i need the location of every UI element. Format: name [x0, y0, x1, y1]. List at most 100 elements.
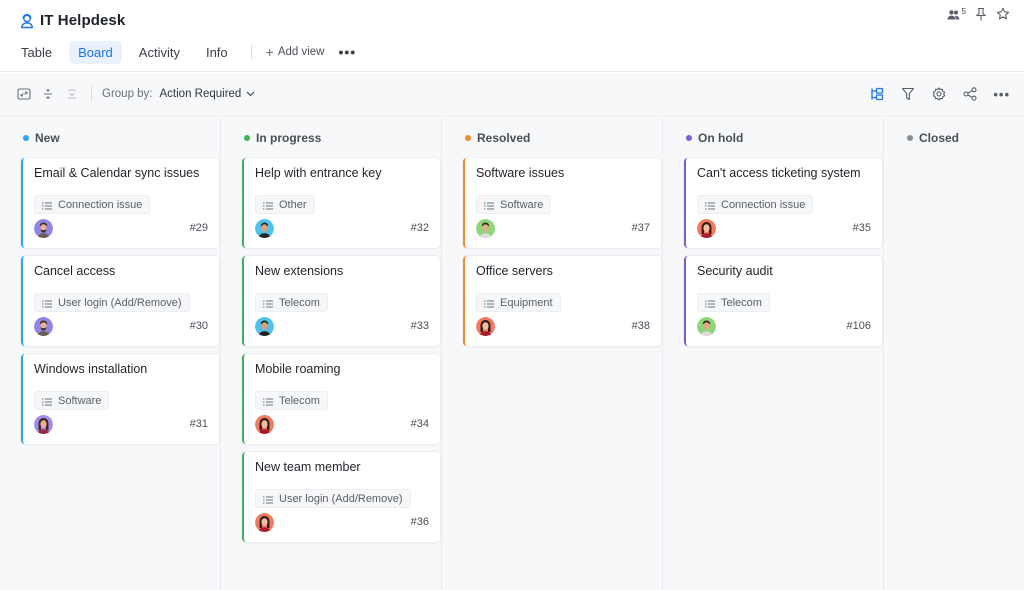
- column-header: In progress: [242, 118, 431, 158]
- ticket-card[interactable]: New extensions Telecom #33: [242, 256, 440, 346]
- column-title: Resolved: [477, 131, 531, 145]
- column-header: New: [21, 118, 210, 158]
- column-cards: Can't access ticketing system Connection…: [684, 158, 882, 346]
- category-label: Equipment: [500, 296, 553, 309]
- collapse-all-icon[interactable]: [65, 87, 79, 101]
- avatar-man-blue[interactable]: [255, 219, 274, 238]
- status-dot-icon: [23, 135, 29, 141]
- card-title: Software issues: [476, 166, 565, 180]
- category-label: Telecom: [721, 296, 762, 309]
- view-tabs: Table Board Activity Info + Add view •••: [12, 40, 364, 64]
- ticket-card[interactable]: Can't access ticketing system Connection…: [684, 158, 882, 248]
- avatar-man-beard[interactable]: [34, 317, 53, 336]
- category-label: Software: [58, 394, 102, 407]
- category-label: User login (Add/Remove): [279, 492, 403, 505]
- members-button[interactable]: 5: [947, 7, 966, 21]
- ticket-number: #35: [852, 222, 871, 234]
- filter-icon[interactable]: [900, 86, 916, 102]
- tab-info[interactable]: Info: [197, 41, 237, 64]
- column-title: In progress: [256, 131, 322, 145]
- kanban-board: New Email & Calendar sync issues Connect…: [0, 118, 1024, 590]
- add-view-button[interactable]: + Add view: [260, 41, 331, 63]
- ticket-number: #36: [410, 516, 429, 528]
- avatar-woman-red[interactable]: [255, 415, 274, 434]
- ticket-card[interactable]: Email & Calendar sync issues Connection …: [21, 158, 219, 248]
- list-icon: [263, 299, 273, 308]
- category-label: Connection issue: [721, 198, 806, 211]
- column-header: Closed: [905, 118, 1014, 158]
- category-label: Other: [279, 198, 307, 211]
- plus-icon: +: [265, 44, 274, 60]
- card-title: New team member: [255, 460, 361, 474]
- add-view-label: Add view: [277, 46, 325, 58]
- column-cards: Help with entrance key Other #32 New ext…: [242, 158, 440, 542]
- avatar-woman-red[interactable]: [476, 317, 495, 336]
- collapse-rows-icon[interactable]: [41, 87, 55, 101]
- toolbar-right: •••: [869, 86, 1010, 102]
- category-tag: User login (Add/Remove): [34, 293, 190, 312]
- star-icon[interactable]: [996, 7, 1010, 21]
- tab-board[interactable]: Board: [69, 40, 122, 64]
- ticket-card[interactable]: Office servers Equipment #38: [463, 256, 661, 346]
- ticket-card[interactable]: New team member User login (Add/Remove) …: [242, 452, 440, 542]
- status-dot-icon: [686, 135, 692, 141]
- expand-icon[interactable]: [17, 87, 31, 101]
- column-cards: Email & Calendar sync issues Connection …: [21, 158, 219, 444]
- avatar-woman-red[interactable]: [255, 513, 274, 532]
- board-column-in-progress: In progress Help with entrance key Other…: [221, 118, 442, 590]
- toolbar-divider: [91, 86, 92, 102]
- avatar-man-beard[interactable]: [34, 219, 53, 238]
- ticket-card[interactable]: Security audit Telecom #106: [684, 256, 882, 346]
- list-icon: [263, 495, 273, 504]
- list-icon: [705, 201, 715, 210]
- ticket-card[interactable]: Help with entrance key Other #32: [242, 158, 440, 248]
- list-icon: [705, 299, 715, 308]
- category-tag: Connection issue: [34, 195, 151, 214]
- ticket-card[interactable]: Software issues Software #37: [463, 158, 661, 248]
- tab-table[interactable]: Table: [12, 41, 61, 64]
- ticket-card[interactable]: Cancel access User login (Add/Remove) #3…: [21, 256, 219, 346]
- board-column-on-hold: On hold Can't access ticketing system Co…: [663, 118, 884, 590]
- group-by-label: Group by:: [102, 88, 153, 100]
- group-by-dropdown[interactable]: Action Required: [160, 88, 256, 100]
- category-tag: Software: [476, 195, 552, 214]
- card-title: Security audit: [697, 264, 773, 278]
- page-header: IT Helpdesk Table Board Activity Info + …: [0, 0, 1024, 72]
- pin-icon[interactable]: [974, 7, 988, 21]
- ticket-card[interactable]: Mobile roaming Telecom #34: [242, 354, 440, 444]
- share-icon[interactable]: [962, 86, 978, 102]
- category-label: Connection issue: [58, 198, 143, 211]
- ticket-number: #38: [631, 320, 650, 332]
- tab-activity[interactable]: Activity: [130, 41, 189, 64]
- avatar-man-green[interactable]: [697, 317, 716, 336]
- avatar-man-blue[interactable]: [255, 317, 274, 336]
- avatar-woman-red[interactable]: [697, 219, 716, 238]
- category-tag: Telecom: [255, 391, 328, 410]
- avatar-woman-purple[interactable]: [34, 415, 53, 434]
- ticket-number: #37: [631, 222, 650, 234]
- category-label: Telecom: [279, 394, 320, 407]
- list-icon: [484, 299, 494, 308]
- page-title: IT Helpdesk: [40, 12, 126, 29]
- ticket-number: #29: [189, 222, 208, 234]
- board-column-closed: Closed: [884, 118, 1024, 590]
- category-tag: Software: [34, 391, 110, 410]
- more-icon[interactable]: •••: [993, 87, 1010, 102]
- ticket-number: #30: [189, 320, 208, 332]
- avatar-man-green[interactable]: [476, 219, 495, 238]
- hierarchy-icon[interactable]: [869, 86, 885, 102]
- members-icon: [947, 7, 961, 21]
- more-views-button[interactable]: •••: [331, 44, 365, 60]
- ticket-number: #32: [410, 222, 429, 234]
- card-title: Can't access ticketing system: [697, 166, 861, 180]
- header-actions: 5: [947, 7, 1010, 21]
- helpdesk-agent-icon: [20, 13, 34, 29]
- settings-icon[interactable]: [931, 86, 947, 102]
- ticket-card[interactable]: Windows installation Software #31: [21, 354, 219, 444]
- category-label: Telecom: [279, 296, 320, 309]
- list-icon: [42, 299, 52, 308]
- ticket-number: #31: [189, 418, 208, 430]
- category-tag: Equipment: [476, 293, 561, 312]
- card-title: Windows installation: [34, 362, 148, 376]
- list-icon: [42, 397, 52, 406]
